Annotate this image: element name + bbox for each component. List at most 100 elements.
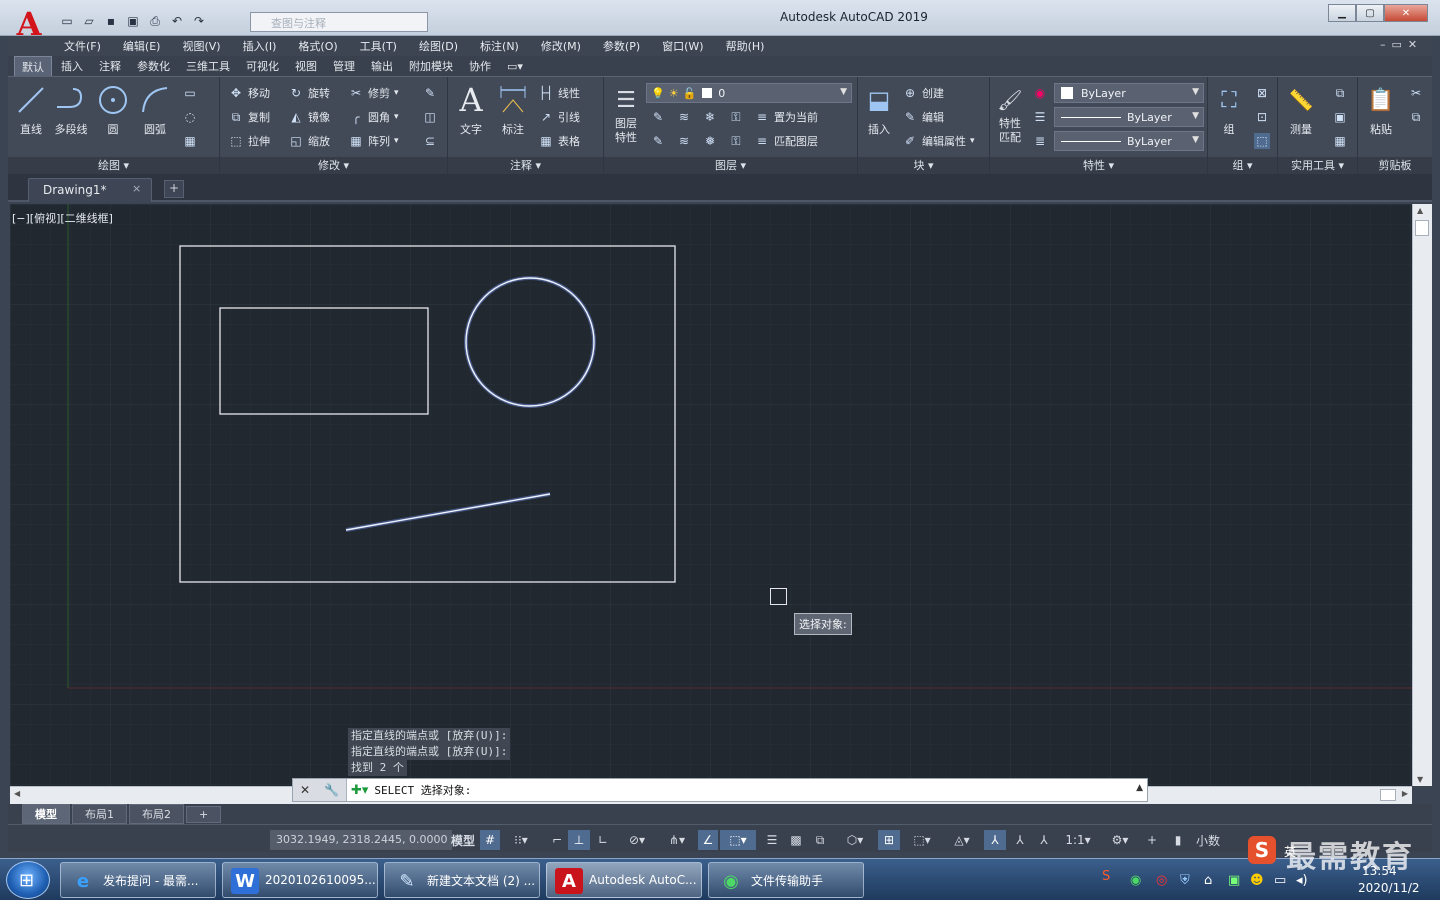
tab-addins[interactable]: 附加模块: [402, 56, 460, 76]
dimension-button[interactable]: 标注: [496, 83, 530, 137]
redo-icon[interactable]: ↷: [190, 12, 208, 30]
array-button[interactable]: ▦ 阵列 ▾: [348, 131, 398, 151]
scroll-left-icon[interactable]: ◀: [14, 789, 20, 798]
scroll-up-icon[interactable]: ▲: [1417, 206, 1423, 215]
gizmo-icon[interactable]: ◬▾: [944, 830, 980, 850]
layer-freeze-icon[interactable]: ❄: [702, 109, 718, 125]
panel-groups-title[interactable]: 组 ▾: [1208, 157, 1277, 175]
edit-attribute-button[interactable]: ✐ 编辑属性 ▾: [902, 131, 975, 151]
polyline-button[interactable]: 多段线: [54, 83, 88, 137]
add-layout-button[interactable]: +: [186, 805, 222, 823]
group-select-icon[interactable]: ⬚: [1254, 131, 1270, 151]
menu-window[interactable]: 窗口(W): [662, 38, 703, 54]
units-value[interactable]: 小数: [1188, 830, 1228, 850]
menu-tools[interactable]: 工具(T): [360, 38, 397, 54]
save-icon[interactable]: ▪: [102, 12, 120, 30]
layer-on-icon[interactable]: ✎: [650, 133, 666, 149]
layer-unisolate-icon[interactable]: ≋: [676, 133, 692, 149]
grid-toggle-icon[interactable]: #: [480, 830, 500, 850]
hatch-tool[interactable]: ◌: [182, 107, 198, 127]
tab-layout2[interactable]: 布局2: [129, 804, 184, 824]
command-line[interactable]: ✕ 🔧 ✚▾ SELECT 选择对象: ▲: [292, 778, 1148, 802]
command-prompt-icon[interactable]: ✚▾: [351, 783, 368, 798]
panel-annotation-title[interactable]: 注释 ▾: [448, 157, 603, 175]
tab-insert[interactable]: 插入: [54, 56, 90, 76]
match-layer-button[interactable]: ≡ 匹配图层: [754, 131, 818, 151]
create-block-button[interactable]: ⊕ 创建: [902, 83, 944, 103]
lineweight-toggle-icon[interactable]: ☰: [762, 830, 782, 850]
explode-button[interactable]: ◫: [422, 107, 438, 127]
ortho-icon[interactable]: ∟: [594, 830, 612, 850]
text-button[interactable]: A 文字: [454, 81, 488, 137]
color-dropdown[interactable]: ByLayer ▼: [1054, 83, 1204, 103]
taskbar-wechat[interactable]: ◉ 文件传输助手: [708, 862, 864, 898]
layer-properties-button[interactable]: ☰ 图层 特性: [610, 83, 642, 145]
calculator-icon[interactable]: ▦: [1332, 131, 1348, 151]
menu-help[interactable]: 帮助(H): [726, 38, 765, 54]
isometric-icon[interactable]: ⋔▾: [662, 830, 692, 850]
scale-button[interactable]: ◱ 缩放: [288, 131, 330, 151]
close-button[interactable]: ✕: [1384, 4, 1428, 22]
model-space-button[interactable]: 模型: [448, 830, 478, 850]
customize-wrench-icon[interactable]: 🔧: [324, 783, 339, 797]
panel-utilities-title[interactable]: 实用工具 ▾: [1278, 157, 1357, 175]
layer-lock-icon[interactable]: ⚿: [728, 109, 744, 125]
snap-mode-icon[interactable]: ⁝⁝▾: [504, 830, 538, 850]
workspace-dropdown[interactable]: 查图与注释: [250, 12, 428, 32]
offset-button[interactable]: ⊆: [422, 131, 438, 151]
weibo-tray-icon[interactable]: ◎: [1156, 873, 1167, 888]
taskbar-ie[interactable]: e 发布提问 - 最需...: [60, 862, 216, 898]
panel-block-title[interactable]: 块 ▾: [858, 157, 989, 175]
transparency-icon[interactable]: ▩: [786, 830, 806, 850]
tab-collaborate[interactable]: 协作: [462, 56, 498, 76]
menu-draw[interactable]: 绘图(D): [419, 38, 458, 54]
object-snap-tracking-icon[interactable]: ∠: [698, 830, 718, 850]
tab-layout1[interactable]: 布局1: [72, 804, 127, 824]
match-properties-button[interactable]: 🖌 特性 匹配: [994, 83, 1026, 145]
panel-properties-title[interactable]: 特性 ▾: [990, 157, 1207, 175]
open-icon[interactable]: ▱: [80, 12, 98, 30]
lineweight-dropdown[interactable]: ByLayer ▼: [1054, 131, 1204, 151]
select-all-icon[interactable]: ▣: [1332, 107, 1348, 127]
copy-button[interactable]: ⧉ 复制: [228, 107, 270, 127]
nvidia-tray-icon[interactable]: ▣: [1228, 873, 1240, 888]
panel-clipboard-title[interactable]: 剪贴板: [1358, 157, 1432, 175]
annotation-monitor-icon[interactable]: +: [1142, 830, 1162, 850]
selection-filter-icon[interactable]: ⬚▾: [904, 830, 940, 850]
tab-model[interactable]: 模型: [22, 804, 70, 824]
command-history-toggle-icon[interactable]: ▲: [1136, 783, 1143, 793]
save-as-icon[interactable]: ▣: [124, 12, 142, 30]
menu-parametric[interactable]: 参数(P): [603, 38, 640, 54]
stretch-button[interactable]: ⬚ 拉伸: [228, 131, 270, 151]
annotation-scale-icon[interactable]: ⅄: [1034, 830, 1054, 850]
scroll-down-icon[interactable]: ▼: [1417, 775, 1423, 784]
menu-dimension[interactable]: 标注(N): [480, 38, 519, 54]
infer-constraints-icon[interactable]: ⌐: [548, 830, 566, 850]
quick-select-icon[interactable]: ⧉: [1332, 83, 1348, 103]
undo-icon[interactable]: ↶: [168, 12, 186, 30]
tab-output[interactable]: 输出: [364, 56, 400, 76]
clock-date[interactable]: 2020/11/2: [1358, 881, 1420, 895]
annotation-scale-dropdown[interactable]: 1:1 ▾: [1058, 830, 1098, 850]
color-wheel-icon[interactable]: ◉: [1032, 83, 1048, 103]
coordinates-readout[interactable]: 3032.1949, 2318.2445, 0.0000: [270, 830, 452, 850]
layer-thaw-icon[interactable]: ❅: [702, 133, 718, 149]
menu-modify[interactable]: 修改(M): [541, 38, 581, 54]
drawing-canvas[interactable]: [10, 204, 1412, 788]
tab-annotate[interactable]: 注释: [92, 56, 128, 76]
sogou-tray-icon[interactable]: S: [1102, 869, 1110, 884]
command-prompt[interactable]: SELECT 选择对象:: [368, 782, 471, 798]
taskbar-notepad[interactable]: ✎ 新建文本文档 (2) ...: [384, 862, 540, 898]
layer-off-icon[interactable]: ✎: [650, 109, 666, 125]
mirror-button[interactable]: ◭ 镜像: [288, 107, 330, 127]
rectangle-tool[interactable]: ▭: [182, 83, 198, 103]
group-edit-icon[interactable]: ⊡: [1254, 107, 1270, 127]
tab-view[interactable]: 视图: [288, 56, 324, 76]
linetype-dropdown[interactable]: ByLayer ▼: [1054, 107, 1204, 127]
set-current-button[interactable]: ≡ 置为当前: [754, 107, 818, 127]
measure-button[interactable]: 📏 测量: [1284, 83, 1318, 137]
insert-block-button[interactable]: ⬓ 插入: [862, 83, 896, 137]
new-tab-button[interactable]: +: [164, 180, 184, 198]
selection-cycling-icon[interactable]: ⧉: [810, 830, 830, 850]
taskbar-wps[interactable]: W 2020102610095...: [222, 862, 378, 898]
